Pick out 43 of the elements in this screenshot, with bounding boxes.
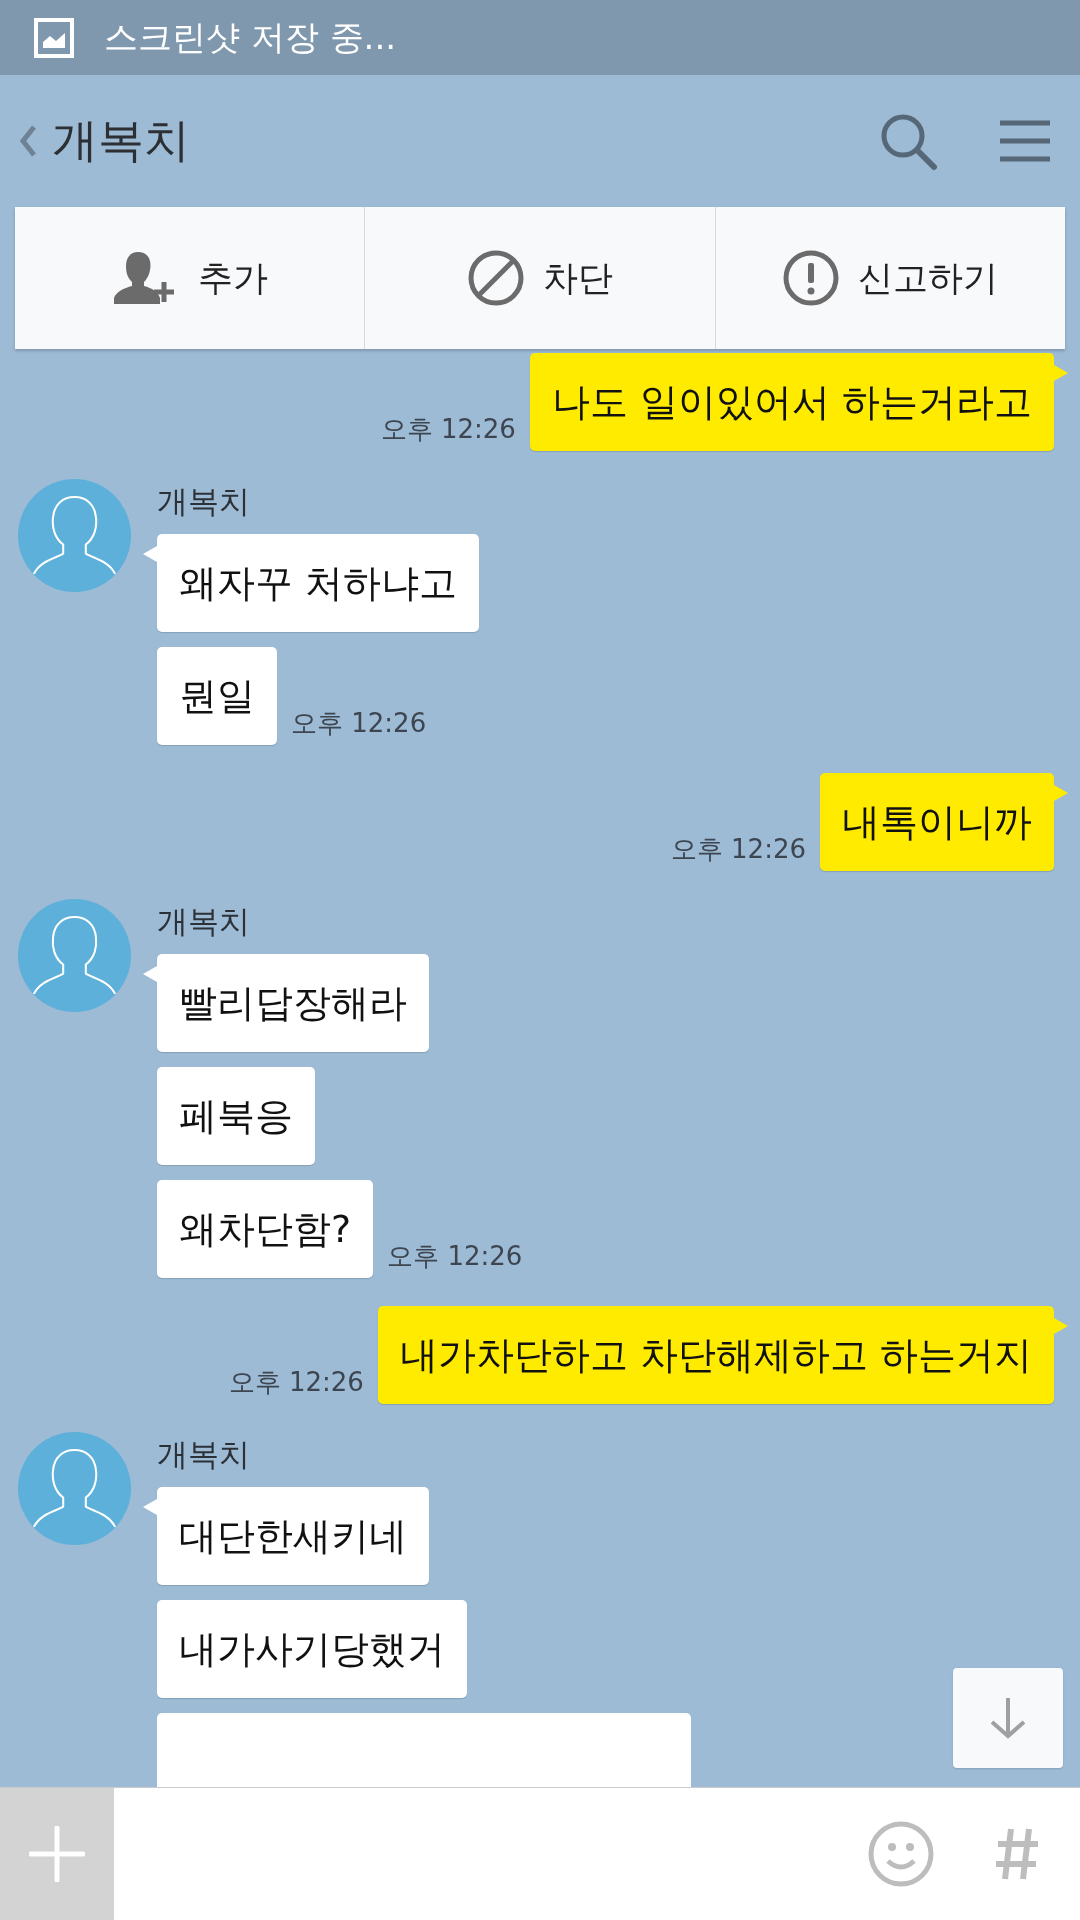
avatar-icon[interactable] xyxy=(18,479,131,592)
bubble-tail xyxy=(1054,785,1068,801)
bubble-tail xyxy=(143,966,157,982)
received-message-bubble: 왜자꾸 처하냐고 xyxy=(157,534,480,632)
message-time: 오후 12:26 xyxy=(387,1240,523,1273)
action-button[interactable]: 차단 xyxy=(364,207,715,349)
menu-icon[interactable] xyxy=(998,119,1052,163)
exclamation-icon xyxy=(782,249,841,307)
sender-name: 개복치 xyxy=(157,1435,251,1474)
sent-message-bubble: 나도 일이있어서 하는거라고 xyxy=(529,353,1054,451)
plus-icon xyxy=(29,1826,85,1882)
message-input[interactable] xyxy=(114,1788,868,1920)
sent-message-bubble: 내가차단하고 차단해제하고 하는거지 xyxy=(377,1306,1054,1404)
sent-message-bubble: 내톡이니까 xyxy=(820,773,1054,871)
avatar-icon[interactable] xyxy=(18,1432,131,1545)
avatar-icon[interactable] xyxy=(18,899,131,1012)
received-message-bubble: 빨리답장해라 xyxy=(157,954,429,1052)
sender-name: 개복치 xyxy=(157,482,251,521)
message-time: 오후 12:26 xyxy=(670,833,806,866)
attach-button[interactable] xyxy=(0,1788,114,1920)
message-time: 오후 12:26 xyxy=(228,1366,364,1399)
prohibited-icon xyxy=(467,249,525,307)
sender-name: 개복치 xyxy=(157,902,251,941)
action-button[interactable]: 추가 xyxy=(15,207,365,349)
received-message-bubble: 페북응 xyxy=(157,1067,315,1165)
image-icon xyxy=(34,17,74,58)
scroll-down-button[interactable] xyxy=(953,1668,1063,1768)
received-message-bubble: 뭔일 xyxy=(157,647,277,745)
action-button[interactable]: 신고하기 xyxy=(714,207,1065,349)
back-icon[interactable] xyxy=(18,123,38,159)
chat-title: 개복치 xyxy=(52,112,191,169)
bubble-tail xyxy=(1054,1318,1068,1334)
hashtag-icon[interactable] xyxy=(994,1788,1080,1920)
received-message-bubble: 왜차단함? xyxy=(157,1180,374,1278)
arrow-down-icon xyxy=(988,1696,1028,1740)
notification-text: 스크린샷 저장 중... xyxy=(104,15,397,59)
bubble-tail xyxy=(1054,365,1068,381)
message-time: 오후 12:26 xyxy=(291,707,427,740)
received-message-bubble: 대단한새키네 xyxy=(157,1487,429,1585)
bubble-tail xyxy=(143,546,157,562)
received-message-bubble: 내가사기당했거 xyxy=(157,1600,467,1698)
bubble-tail xyxy=(143,1499,157,1515)
message-time: 오후 12:26 xyxy=(380,413,516,446)
